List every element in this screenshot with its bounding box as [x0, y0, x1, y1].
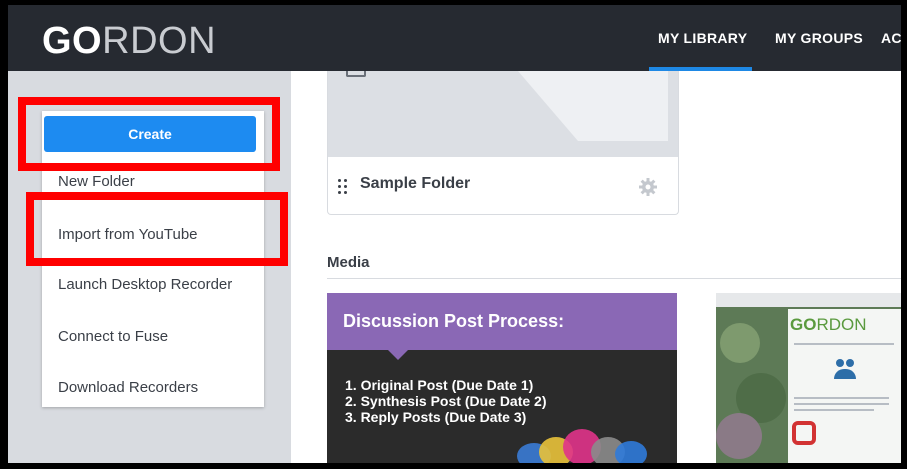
- list-item: 1. Original Post (Due Date 1): [345, 377, 534, 393]
- media-section-heading: Media: [327, 254, 370, 271]
- folder-title[interactable]: Sample Folder: [360, 175, 470, 193]
- menu-item-import-from-youtube[interactable]: Import from YouTube: [58, 226, 198, 243]
- menu-item-download-recorders[interactable]: Download Recorders: [58, 379, 198, 396]
- nav-my-library[interactable]: MY LIBRARY: [658, 30, 747, 46]
- menu-item-new-folder[interactable]: New Folder: [58, 173, 135, 190]
- gear-icon[interactable]: [638, 177, 658, 197]
- drag-handle-icon[interactable]: [338, 179, 348, 195]
- gordon-logo[interactable]: GORDON: [42, 19, 216, 63]
- create-dropdown-menu: [42, 111, 264, 407]
- section-divider: [327, 278, 901, 279]
- nav-truncated-item[interactable]: AC: [881, 30, 901, 46]
- media-card-discussion-post[interactable]: Discussion Post Process: 1. Original Pos…: [327, 293, 677, 463]
- no-symbol-icon: [792, 421, 816, 445]
- media-card-title: Discussion Post Process:: [343, 311, 565, 331]
- folder-thumbnail: [328, 71, 678, 157]
- screenshot-logo: GORDON: [790, 315, 867, 334]
- nav-my-groups[interactable]: MY GROUPS: [775, 30, 863, 46]
- menu-item-launch-desktop-recorder[interactable]: Launch Desktop Recorder: [58, 276, 232, 293]
- top-navigation-bar: GORDON MY LIBRARY MY GROUPS AC: [8, 5, 901, 71]
- library-content: Sample Folder Media Discussion Post Proc…: [291, 71, 901, 463]
- create-button[interactable]: Create: [44, 116, 256, 152]
- list-item: 3. Reply Posts (Due Date 3): [345, 409, 527, 425]
- folder-thumbnail-icon: [346, 71, 366, 77]
- folder-card[interactable]: Sample Folder: [327, 71, 679, 215]
- people-icon: [834, 359, 856, 381]
- app-window: GORDON MY LIBRARY MY GROUPS AC New Folde…: [8, 5, 901, 463]
- media-card-screenshot[interactable]: GORDON: [716, 293, 901, 463]
- list-item: 2. Synthesis Post (Due Date 2): [345, 393, 547, 409]
- speech-bubbles-graphic: [517, 429, 667, 463]
- media-card-steps: 1. Original Post (Due Date 1) 2. Synthes…: [345, 377, 547, 425]
- menu-item-connect-to-fuse[interactable]: Connect to Fuse: [58, 328, 168, 345]
